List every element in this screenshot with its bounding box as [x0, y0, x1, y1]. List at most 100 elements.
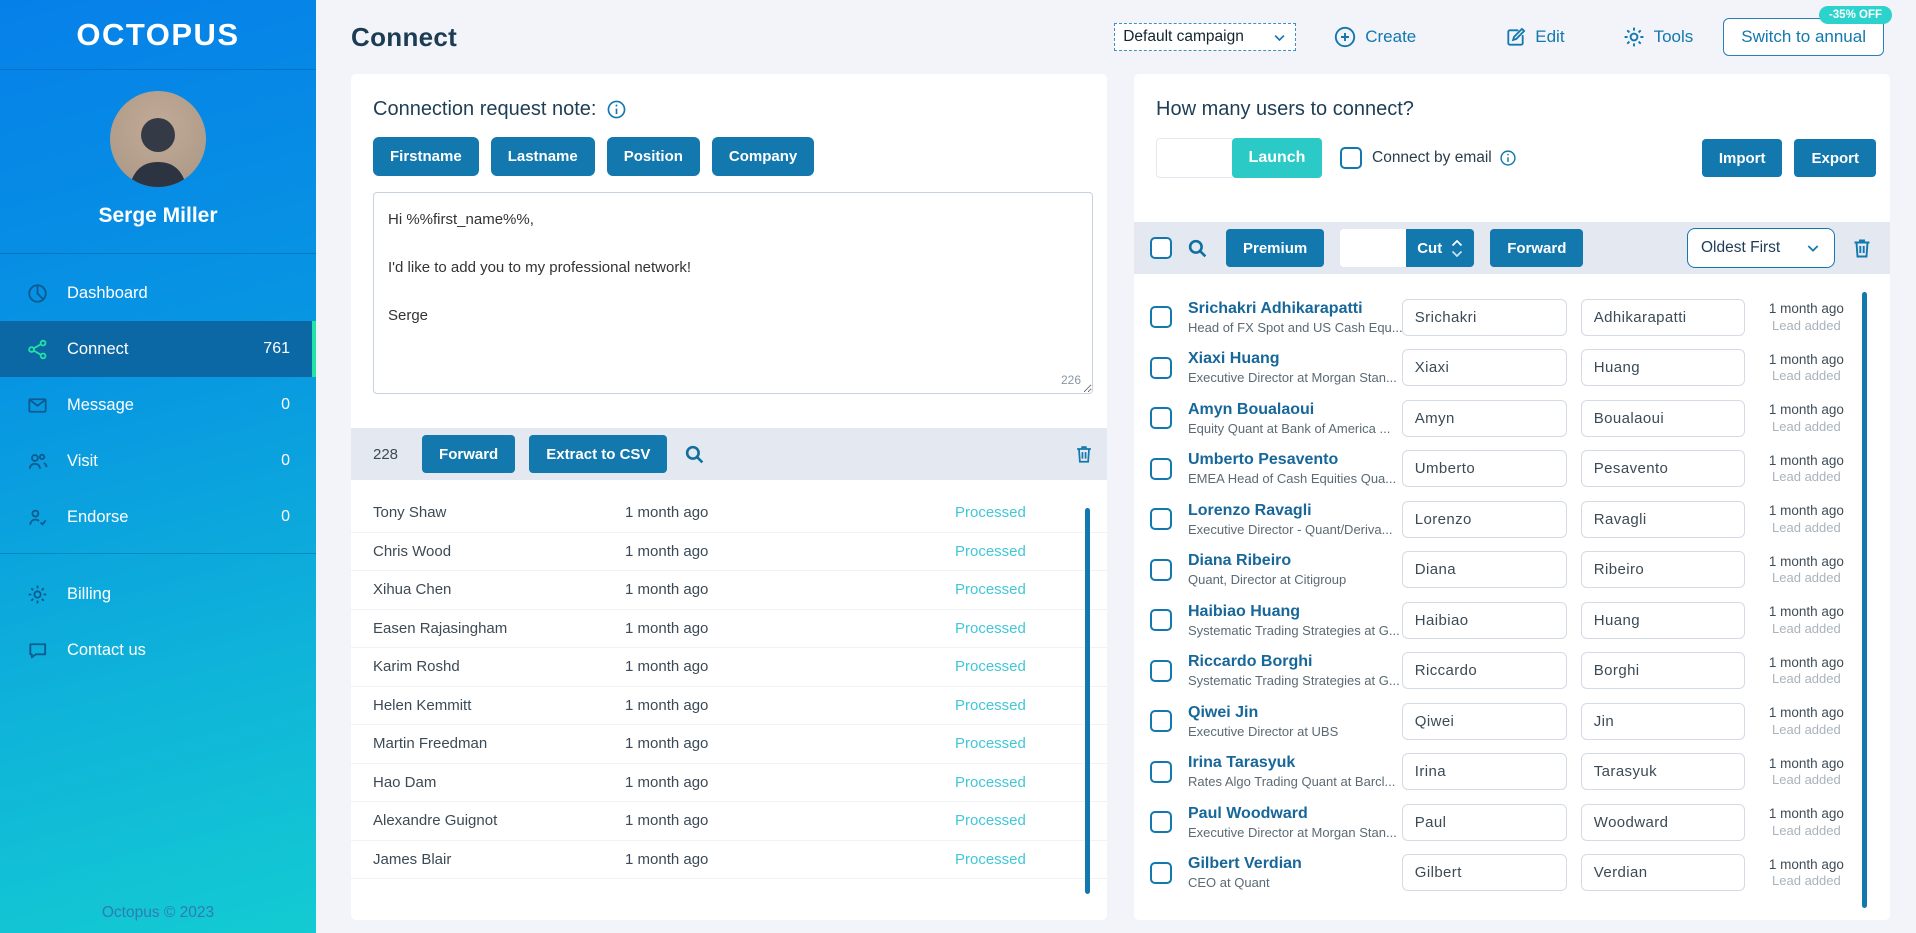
firstname-field[interactable] — [1401, 601, 1567, 639]
user-checkbox[interactable] — [1150, 508, 1172, 531]
trash-icon[interactable] — [1071, 441, 1097, 467]
cut-count-input[interactable] — [1340, 229, 1407, 267]
create-button[interactable]: Create — [1333, 25, 1416, 49]
trash-icon[interactable] — [1848, 234, 1876, 262]
lastname-field[interactable] — [1580, 652, 1745, 690]
sidebar-item-label: Dashboard — [67, 283, 148, 302]
contact-time: 1 month ago — [625, 850, 709, 868]
stepper-arrows[interactable] — [1451, 239, 1463, 258]
scrollbar[interactable] — [1862, 292, 1867, 908]
edit-button[interactable]: Edit — [1504, 26, 1565, 49]
firstname-field[interactable] — [1401, 450, 1567, 488]
user-checkbox[interactable] — [1150, 659, 1172, 682]
firstname-field[interactable] — [1401, 500, 1567, 538]
sidebar-item[interactable]: Endorse 0 — [0, 489, 316, 545]
users-count-input[interactable] — [1156, 138, 1232, 178]
table-row: Tony Shaw 1 month ago Processed — [351, 494, 1107, 533]
user-checkbox[interactable] — [1150, 306, 1172, 329]
forward-button[interactable]: Forward — [1490, 229, 1584, 267]
export-button[interactable]: Export — [1794, 139, 1876, 177]
lastname-field[interactable] — [1580, 702, 1745, 740]
contact-name: Karim Roshd — [373, 658, 460, 676]
user-checkbox[interactable] — [1150, 760, 1172, 783]
lastname-token-button[interactable]: Lastname — [490, 137, 595, 176]
search-icon[interactable] — [681, 441, 708, 468]
user-status: Lead added — [1772, 570, 1841, 586]
note-textarea[interactable]: Hi %%first_name%%, I'd like to add you t… — [373, 192, 1093, 394]
user-name: Umberto Pesavento — [1188, 451, 1339, 469]
table-row: Helen Kemmitt 1 month ago Processed — [351, 687, 1107, 725]
sort-select[interactable]: Oldest First — [1687, 228, 1835, 268]
firstname-token-button[interactable]: Firstname — [373, 137, 479, 176]
plus-circle-icon — [1333, 25, 1357, 49]
gear-icon — [1622, 25, 1646, 49]
user-checkbox[interactable] — [1150, 356, 1172, 379]
tools-button[interactable]: Tools — [1622, 25, 1693, 49]
octopus-logo: OCTOPUS — [0, 0, 316, 70]
campaign-select[interactable]: Default campaign — [1114, 23, 1297, 51]
lastname-field[interactable] — [1580, 399, 1745, 437]
position-token-button[interactable]: Position — [606, 137, 700, 176]
sidebar-item[interactable]: Visit 0 — [0, 433, 316, 489]
firstname-field[interactable] — [1401, 298, 1567, 336]
firstname-field[interactable] — [1401, 753, 1567, 791]
sidebar-item[interactable]: Billing — [0, 566, 316, 622]
forward-button[interactable]: Forward — [422, 435, 516, 473]
search-icon[interactable] — [1184, 235, 1211, 262]
message-icon — [26, 393, 50, 417]
user-info: Haibiao Huang Systematic Trading Strateg… — [1188, 603, 1402, 638]
connect-by-email-checkbox[interactable] — [1340, 147, 1362, 169]
user-checkbox[interactable] — [1150, 609, 1172, 632]
sidebar-item[interactable]: Contact us — [0, 622, 316, 678]
contact-name: Xihua Chen — [373, 581, 452, 599]
sidebar-item-label: Billing — [67, 584, 112, 603]
lastname-field[interactable] — [1580, 601, 1745, 639]
select-all-checkbox[interactable] — [1150, 237, 1172, 259]
sidebar-item-count: 761 — [263, 340, 290, 357]
sidebar-item[interactable]: Message 0 — [0, 377, 316, 433]
firstname-field[interactable] — [1401, 349, 1567, 387]
switch-to-annual-button[interactable]: Switch to annual -35% OFF — [1723, 6, 1892, 56]
cut-button[interactable]: Cut — [1406, 229, 1475, 267]
lastname-field[interactable] — [1580, 349, 1745, 387]
user-subtitle: Systematic Trading Strategies at G... — [1188, 673, 1400, 689]
user-checkbox[interactable] — [1150, 811, 1172, 834]
launch-button[interactable]: Launch — [1232, 138, 1322, 178]
status-label: Processed — [955, 773, 1026, 791]
lastname-field[interactable] — [1580, 298, 1745, 336]
premium-button[interactable]: Premium — [1226, 229, 1325, 267]
user-time: 1 month ago — [1768, 553, 1844, 569]
user-checkbox[interactable] — [1150, 407, 1172, 430]
lastname-field[interactable] — [1580, 753, 1745, 791]
user-checkbox[interactable] — [1150, 861, 1172, 884]
firstname-field[interactable] — [1401, 702, 1567, 740]
user-status: Lead added — [1772, 519, 1841, 535]
firstname-field[interactable] — [1401, 652, 1567, 690]
lastname-field[interactable] — [1580, 854, 1745, 892]
sidebar-item[interactable]: Dashboard — [0, 265, 316, 321]
firstname-field[interactable] — [1401, 803, 1567, 841]
user-name: Paul Woodward — [1188, 804, 1308, 822]
firstname-field[interactable] — [1401, 399, 1567, 437]
list-item: Lorenzo Ravagli Executive Director - Qua… — [1150, 494, 1854, 545]
contact-name: Tony Shaw — [373, 504, 447, 522]
user-status: Lead added — [1772, 368, 1841, 384]
user-checkbox[interactable] — [1150, 457, 1172, 480]
scrollbar[interactable] — [1085, 508, 1090, 894]
lastname-field[interactable] — [1580, 450, 1745, 488]
lastname-field[interactable] — [1580, 500, 1745, 538]
info-icon[interactable] — [1499, 149, 1517, 167]
user-checkbox[interactable] — [1150, 558, 1172, 581]
char-counter: 226 — [1060, 373, 1081, 387]
sidebar-item[interactable]: Connect 761 — [0, 321, 316, 377]
user-checkbox[interactable] — [1150, 710, 1172, 733]
firstname-field[interactable] — [1401, 854, 1567, 892]
user-name: Xiaxi Huang — [1188, 350, 1280, 368]
lastname-field[interactable] — [1580, 803, 1745, 841]
firstname-field[interactable] — [1401, 551, 1567, 589]
info-icon[interactable] — [606, 99, 627, 120]
company-token-button[interactable]: Company — [711, 137, 815, 176]
lastname-field[interactable] — [1580, 551, 1745, 589]
import-button[interactable]: Import — [1701, 139, 1783, 177]
extract-csv-button[interactable]: Extract to CSV — [529, 435, 668, 473]
